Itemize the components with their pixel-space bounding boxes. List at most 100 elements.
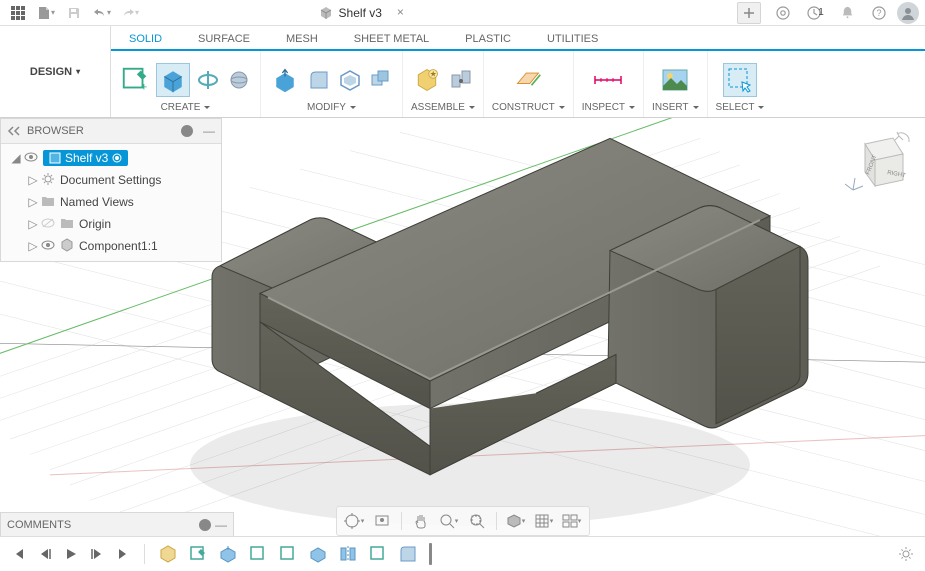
- tree-item-component[interactable]: ▷ Component1:1: [7, 235, 221, 257]
- tree-root[interactable]: ◢ Shelf v3: [7, 147, 221, 169]
- tab-solid[interactable]: SOLID: [111, 29, 180, 50]
- feature-component-icon[interactable]: [157, 543, 179, 565]
- save-icon[interactable]: [62, 2, 86, 24]
- visibility-off-icon[interactable]: [41, 217, 57, 231]
- quick-access-toolbar: ▾ ▾ ▾: [0, 2, 142, 24]
- undo-icon[interactable]: ▾: [90, 2, 114, 24]
- panel-construct-label[interactable]: CONSTRUCT: [492, 102, 565, 113]
- feature-sketch3-icon[interactable]: [277, 543, 299, 565]
- extrude-icon[interactable]: [156, 63, 190, 97]
- timeline-step-fwd-icon[interactable]: [88, 545, 106, 563]
- feature-sketch2-icon[interactable]: [247, 543, 269, 565]
- new-tab-button[interactable]: [737, 2, 761, 24]
- timeline-step-back-icon[interactable]: [36, 545, 54, 563]
- browser-title: BROWSER: [27, 125, 84, 137]
- feature-sketch-icon[interactable]: [187, 543, 209, 565]
- comments-min-icon[interactable]: —: [215, 518, 227, 532]
- panel-select: SELECT: [708, 51, 773, 117]
- panel-select-label[interactable]: SELECT: [716, 102, 765, 113]
- feature-extrude2-icon[interactable]: [307, 543, 329, 565]
- close-tab-icon[interactable]: ×: [397, 5, 404, 19]
- panel-modify: MODIFY: [261, 51, 403, 117]
- component-icon: [60, 238, 76, 255]
- timeline-settings-icon[interactable]: [897, 545, 915, 563]
- zoom-icon[interactable]: ▾: [438, 510, 460, 532]
- panel-modify-label[interactable]: MODIFY: [307, 102, 356, 113]
- radio-icon[interactable]: [112, 153, 122, 163]
- panel-inspect: INSPECT: [574, 51, 644, 117]
- feature-mirror-icon[interactable]: [337, 543, 359, 565]
- revolve-icon[interactable]: [195, 67, 221, 93]
- viewport-layout-icon[interactable]: ▾: [561, 510, 583, 532]
- tab-utilities[interactable]: UTILITIES: [529, 29, 616, 50]
- orbit-icon[interactable]: ▾: [343, 510, 365, 532]
- view-cube[interactable]: FRONT RIGHT: [841, 130, 913, 202]
- workspace-dropdown[interactable]: DESIGN ▾: [0, 26, 111, 117]
- job-status-icon[interactable]: 1: [801, 2, 829, 24]
- new-sketch-icon[interactable]: +: [119, 64, 151, 96]
- tab-mesh[interactable]: MESH: [268, 29, 336, 50]
- display-style-icon[interactable]: ▾: [505, 510, 527, 532]
- tab-label: Shelf v3: [339, 6, 382, 20]
- shell-icon[interactable]: [337, 67, 363, 93]
- expander-icon[interactable]: ▷: [28, 173, 38, 187]
- fillet-icon[interactable]: [306, 67, 332, 93]
- feature-fillet-icon[interactable]: [397, 543, 419, 565]
- measure-icon[interactable]: [592, 64, 624, 96]
- combine-icon[interactable]: [368, 67, 394, 93]
- feature-sketch4-icon[interactable]: [367, 543, 389, 565]
- root-label: Shelf v3: [65, 151, 108, 165]
- folder-icon: [60, 217, 76, 232]
- insert-icon[interactable]: [659, 64, 691, 96]
- timeline-start-icon[interactable]: [10, 545, 28, 563]
- feature-extrude-icon[interactable]: [217, 543, 239, 565]
- select-icon[interactable]: [723, 63, 757, 97]
- tree-item-named-views[interactable]: ▷ Named Views: [7, 191, 221, 213]
- app-menu-icon[interactable]: [6, 2, 30, 24]
- pan-icon[interactable]: [410, 510, 432, 532]
- tree-item-document-settings[interactable]: ▷ Document Settings: [7, 169, 221, 191]
- tab-plastic[interactable]: PLASTIC: [447, 29, 529, 50]
- panel-insert-label[interactable]: INSERT: [652, 102, 699, 113]
- extensions-icon[interactable]: [769, 2, 797, 24]
- tab-sheet-metal[interactable]: SHEET METAL: [336, 29, 447, 50]
- sphere-icon[interactable]: [226, 67, 252, 93]
- tree-item-origin[interactable]: ▷ Origin: [7, 213, 221, 235]
- panel-inspect-label[interactable]: INSPECT: [582, 102, 635, 113]
- collapse-browser-icon[interactable]: [7, 126, 21, 136]
- user-avatar[interactable]: [897, 2, 919, 24]
- job-count: 1: [818, 7, 824, 18]
- expander-icon[interactable]: ◢: [11, 151, 21, 165]
- help-icon[interactable]: ?: [865, 2, 893, 24]
- browser-settings-icon[interactable]: [181, 125, 193, 137]
- press-pull-icon[interactable]: [269, 64, 301, 96]
- look-at-icon[interactable]: [371, 510, 393, 532]
- fit-icon[interactable]: [466, 510, 488, 532]
- construct-plane-icon[interactable]: [512, 64, 544, 96]
- comments-settings-icon[interactable]: [199, 519, 211, 531]
- browser-min-icon[interactable]: —: [203, 124, 215, 138]
- comments-bar[interactable]: COMMENTS —: [0, 512, 234, 536]
- joint-icon[interactable]: [448, 67, 474, 93]
- design-icon: [319, 6, 333, 20]
- tab-surface[interactable]: SURFACE: [180, 29, 268, 50]
- expander-icon[interactable]: ▷: [28, 217, 38, 231]
- visibility-icon[interactable]: [24, 151, 40, 165]
- expander-icon[interactable]: ▷: [28, 239, 38, 253]
- timeline-play-icon[interactable]: [62, 545, 80, 563]
- panel-create-label[interactable]: CREATE: [161, 102, 211, 113]
- new-component-icon[interactable]: ★: [411, 64, 443, 96]
- timeline-end-icon[interactable]: [114, 545, 132, 563]
- redo-icon[interactable]: ▾: [118, 2, 142, 24]
- panel-assemble: ★ ASSEMBLE: [403, 51, 484, 117]
- grid-icon[interactable]: ▾: [533, 510, 555, 532]
- timeline-marker[interactable]: [429, 543, 432, 565]
- document-tab[interactable]: Shelf v3 ×: [313, 0, 396, 25]
- file-new-icon[interactable]: ▾: [34, 2, 58, 24]
- expander-icon[interactable]: ▷: [28, 195, 38, 209]
- notifications-icon[interactable]: [833, 2, 861, 24]
- visibility-icon[interactable]: [41, 239, 57, 253]
- browser-header[interactable]: BROWSER —: [1, 119, 221, 144]
- panel-assemble-label[interactable]: ASSEMBLE: [411, 102, 475, 113]
- workspace-label: DESIGN: [30, 66, 72, 78]
